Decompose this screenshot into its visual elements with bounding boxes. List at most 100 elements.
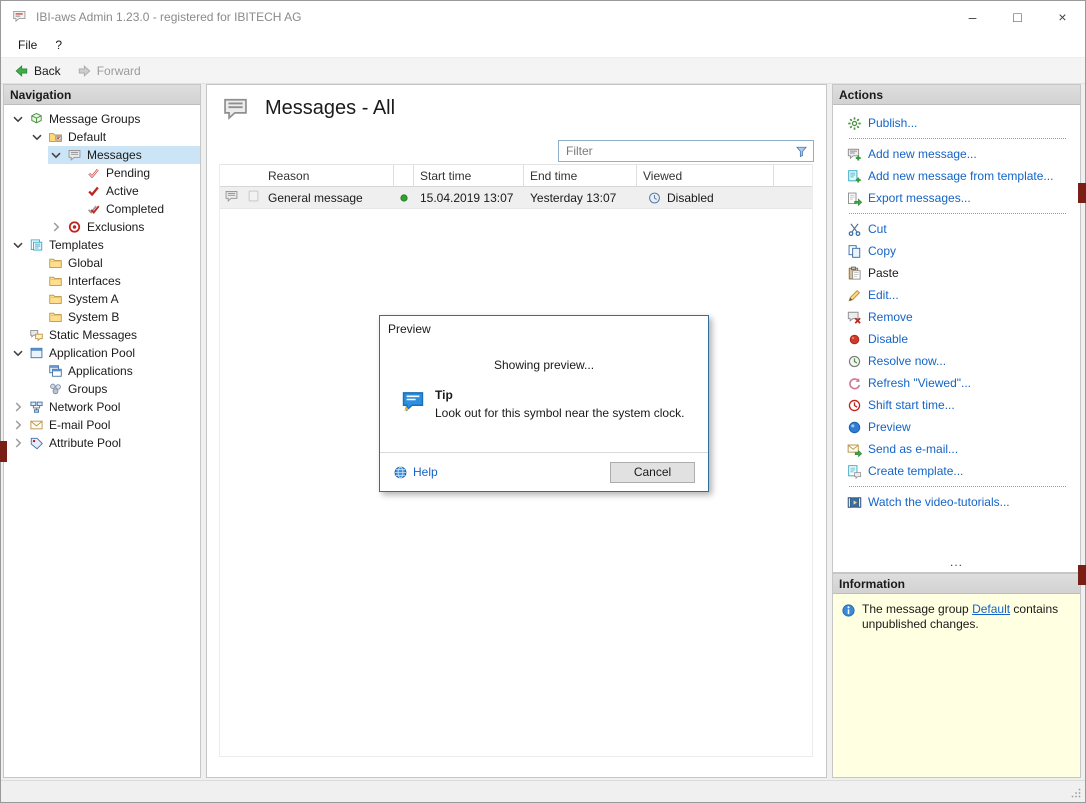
tree-spacer bbox=[10, 327, 26, 343]
cancel-button[interactable]: Cancel bbox=[610, 462, 695, 483]
tree-item-static-messages[interactable]: Static Messages bbox=[4, 326, 200, 344]
action-preview[interactable]: Preview bbox=[847, 416, 1076, 438]
column-header-status[interactable] bbox=[394, 165, 414, 186]
action-publish[interactable]: Publish... bbox=[847, 112, 1076, 134]
resize-grip-icon[interactable] bbox=[1069, 786, 1083, 800]
action-add-new-message[interactable]: Add new message... bbox=[847, 143, 1076, 165]
actions-header: Actions bbox=[833, 85, 1080, 105]
action-label: Watch the video-tutorials... bbox=[868, 495, 1010, 509]
window-controls: – □ × bbox=[950, 1, 1085, 32]
tip-bubble-icon bbox=[400, 390, 426, 413]
column-header-viewed[interactable]: Viewed bbox=[637, 165, 774, 186]
tree-item-pending[interactable]: Pending bbox=[4, 164, 200, 182]
forward-button[interactable]: Forward bbox=[70, 62, 148, 80]
edge-marker bbox=[0, 441, 7, 462]
chevron-down-icon[interactable] bbox=[10, 111, 26, 127]
action-copy[interactable]: Copy bbox=[847, 240, 1076, 262]
tree-item-system-a[interactable]: System A bbox=[4, 290, 200, 308]
chevron-right-icon[interactable] bbox=[10, 399, 26, 415]
tree-item-network-pool[interactable]: Network Pool bbox=[4, 398, 200, 416]
content-header: Messages - All bbox=[207, 85, 826, 122]
network-icon bbox=[29, 400, 44, 414]
chevron-down-icon[interactable] bbox=[29, 129, 45, 145]
actions-overflow[interactable]: ... bbox=[833, 555, 1080, 572]
tree-item-active[interactable]: Active bbox=[4, 182, 200, 200]
action-label: Refresh "Viewed"... bbox=[868, 376, 971, 390]
minimize-button[interactable]: – bbox=[950, 1, 995, 32]
tree-item-completed[interactable]: Completed bbox=[4, 200, 200, 218]
action-add-new-message-from-template[interactable]: Add new message from template... bbox=[847, 165, 1076, 187]
menu-file[interactable]: File bbox=[9, 35, 46, 55]
tree-item-default[interactable]: Default bbox=[4, 128, 200, 146]
tree-indent bbox=[4, 290, 29, 308]
dialog-tip: Tip Look out for this symbol near the sy… bbox=[380, 372, 708, 420]
message-reason: General message bbox=[262, 191, 394, 205]
action-create-template[interactable]: Create template... bbox=[847, 460, 1076, 482]
tree-item-global[interactable]: Global bbox=[4, 254, 200, 272]
maximize-button[interactable]: □ bbox=[995, 1, 1040, 32]
tree-item-applications[interactable]: Applications bbox=[4, 362, 200, 380]
action-label: Send as e-mail... bbox=[868, 442, 958, 456]
publish-icon bbox=[847, 116, 862, 131]
action-watch-the-video-tutorials[interactable]: Watch the video-tutorials... bbox=[847, 491, 1076, 513]
table-row[interactable]: General message 15.04.2019 13:07 Yesterd… bbox=[220, 187, 812, 209]
default-group-link[interactable]: Default bbox=[972, 602, 1010, 616]
tree-item-label: Groups bbox=[66, 382, 107, 396]
email-icon bbox=[29, 418, 44, 432]
tree-item-label: System A bbox=[66, 292, 119, 306]
tree-item-label: Messages bbox=[85, 148, 142, 162]
column-header-start-time[interactable]: Start time bbox=[414, 165, 524, 186]
chevron-down-icon[interactable] bbox=[10, 237, 26, 253]
tree-item-interfaces[interactable]: Interfaces bbox=[4, 272, 200, 290]
filter-icon[interactable] bbox=[795, 145, 808, 158]
tree-item-e-mail-pool[interactable]: E-mail Pool bbox=[4, 416, 200, 434]
action-refresh-viewed[interactable]: Refresh "Viewed"... bbox=[847, 372, 1076, 394]
tree-item-messages[interactable]: Messages bbox=[4, 146, 200, 164]
action-resolve-now[interactable]: Resolve now... bbox=[847, 350, 1076, 372]
action-edit[interactable]: Edit... bbox=[847, 284, 1076, 306]
viewed-label: Disabled bbox=[667, 191, 714, 205]
tree-item-system-b[interactable]: System B bbox=[4, 308, 200, 326]
cube-icon bbox=[29, 112, 44, 126]
chevron-right-icon[interactable] bbox=[48, 219, 64, 235]
close-button[interactable]: × bbox=[1040, 1, 1085, 32]
chevron-right-icon[interactable] bbox=[10, 435, 26, 451]
tree-item-message-groups[interactable]: Message Groups bbox=[4, 110, 200, 128]
tree-spacer bbox=[67, 165, 83, 181]
action-shift-start-time[interactable]: Shift start time... bbox=[847, 394, 1076, 416]
chevron-right-icon[interactable] bbox=[10, 417, 26, 433]
action-label: Paste bbox=[868, 266, 899, 280]
add-message-icon bbox=[847, 147, 862, 162]
actions-separator bbox=[849, 213, 1066, 214]
disable-icon bbox=[847, 332, 862, 347]
message-end-time: Yesterday 13:07 bbox=[524, 191, 637, 205]
tree-indent bbox=[4, 146, 48, 164]
tree-spacer bbox=[29, 273, 45, 289]
action-remove[interactable]: Remove bbox=[847, 306, 1076, 328]
tree-item-templates[interactable]: Templates bbox=[4, 236, 200, 254]
back-button[interactable]: Back bbox=[7, 62, 68, 80]
tree-item-application-pool[interactable]: Application Pool bbox=[4, 344, 200, 362]
tree-item-exclusions[interactable]: Exclusions bbox=[4, 218, 200, 236]
action-export-messages[interactable]: Export messages... bbox=[847, 187, 1076, 209]
action-send-as-e-mail[interactable]: Send as e-mail... bbox=[847, 438, 1076, 460]
action-cut[interactable]: Cut bbox=[847, 218, 1076, 240]
tree-indent bbox=[4, 380, 29, 398]
action-label: Remove bbox=[868, 310, 913, 324]
tree-item-groups[interactable]: Groups bbox=[4, 380, 200, 398]
action-disable[interactable]: Disable bbox=[847, 328, 1076, 350]
column-header-end-time[interactable]: End time bbox=[524, 165, 637, 186]
active-status-dot-icon bbox=[397, 191, 411, 205]
help-link[interactable]: Help bbox=[393, 465, 438, 480]
action-paste[interactable]: Paste bbox=[847, 262, 1076, 284]
menubar: File ? bbox=[1, 32, 1085, 57]
chevron-down-icon[interactable] bbox=[10, 345, 26, 361]
info-text-before: The message group bbox=[862, 602, 972, 616]
filter-input[interactable] bbox=[566, 144, 791, 158]
shift-time-icon bbox=[847, 398, 862, 413]
tree-item-attribute-pool[interactable]: Attribute Pool bbox=[4, 434, 200, 452]
column-header-reason[interactable]: Reason bbox=[262, 165, 394, 186]
menu-help[interactable]: ? bbox=[46, 35, 71, 55]
chevron-down-icon[interactable] bbox=[48, 147, 64, 163]
tree-spacer bbox=[67, 201, 83, 217]
